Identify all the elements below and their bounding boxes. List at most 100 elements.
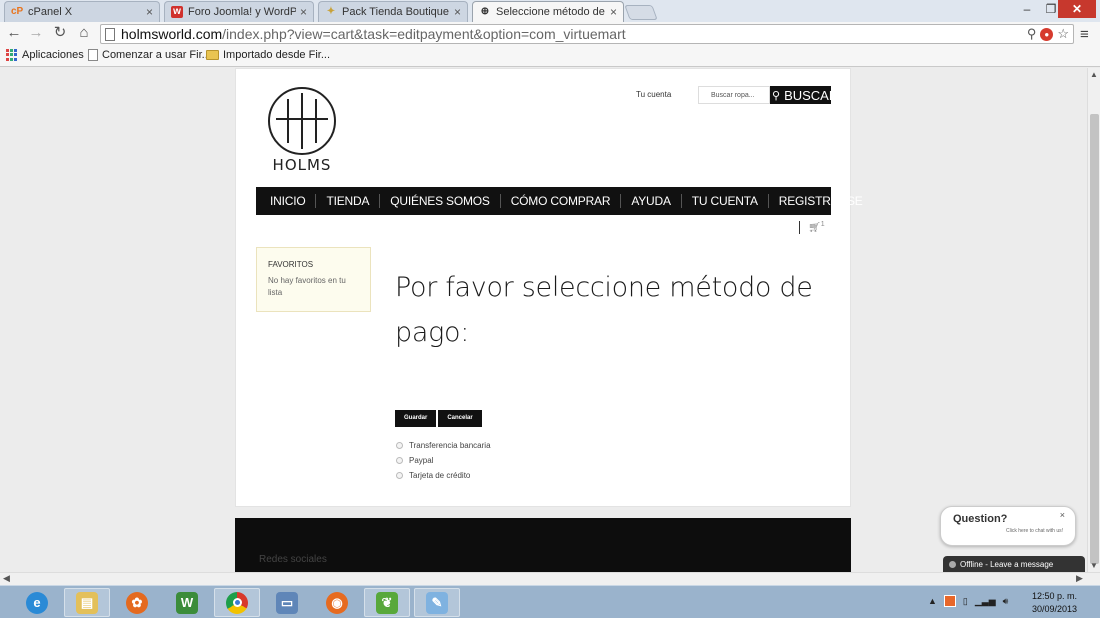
battery-icon[interactable]: ▯ [963, 596, 968, 607]
nav-ayuda[interactable]: AYUDA [621, 194, 682, 208]
tab-foro-joomla[interactable]: w Foro Joomla! y WordPress × [164, 1, 314, 22]
taskbar-ie[interactable]: e [14, 588, 60, 617]
logo-emblem-icon [268, 87, 336, 155]
cart-link[interactable]: 🛒︎1 [799, 221, 825, 235]
save-button[interactable]: Guardar [395, 410, 437, 427]
search-input[interactable]: Buscar ropa... [698, 86, 770, 104]
footer-title: Redes sociales [259, 554, 327, 565]
back-icon[interactable]: ← [5, 24, 23, 42]
evernote-icon: ❦ [376, 591, 398, 614]
bookmark-label: Importado desde Fir... [223, 49, 330, 61]
site-footer: Redes sociales [235, 518, 851, 572]
network-signal-icon[interactable]: ▁▃▅ [975, 596, 996, 607]
taskbar-remote[interactable]: ▭ [264, 588, 310, 617]
nav-inicio[interactable]: INICIO [260, 194, 317, 208]
cart-count: 1 [820, 221, 825, 228]
scroll-left-icon[interactable]: ◀ [3, 573, 10, 584]
taskbar-explorer[interactable]: ▤ [64, 588, 110, 617]
taskbar-app-orange[interactable]: ✿ [114, 588, 160, 617]
magnifier-icon: ⚲ [772, 89, 781, 102]
taskbar-chrome[interactable] [214, 588, 260, 617]
close-tab-icon[interactable]: × [146, 5, 153, 19]
payment-option-paypal[interactable]: Paypal [396, 453, 491, 468]
payment-option-tarjeta[interactable]: Tarjeta de crédito [396, 468, 491, 483]
holms-logo[interactable]: HOLMS [266, 87, 338, 174]
taskbar-wordweb[interactable]: W [164, 588, 210, 617]
horizontal-scrollbar[interactable]: ◀ ▶ [0, 572, 1100, 585]
search-icon[interactable]: ⚲ [1027, 26, 1037, 42]
form-buttons: Guardar Cancelar [395, 410, 482, 427]
taskbar-evernote[interactable]: ❦ [364, 588, 410, 617]
star-icon[interactable]: ☆ [1057, 26, 1069, 42]
scroll-up-icon[interactable]: ▲ [1090, 70, 1098, 79]
forward-icon[interactable]: → [27, 24, 45, 42]
chat-widget[interactable]: Question? Click here to chat with us! × [940, 506, 1076, 546]
taskbar-notes[interactable]: ✎ [414, 588, 460, 617]
chat-subtitle: Click here to chat with us! [1006, 528, 1063, 534]
account-link[interactable]: Tu cuenta [636, 90, 671, 99]
tab-pack-tienda[interactable]: ✦ Pack Tienda Boutique - A × [318, 1, 468, 22]
cpanel-favicon-icon: cP [11, 6, 24, 17]
nav-como-comprar[interactable]: CÓMO COMPRAR [501, 194, 622, 208]
close-tab-icon[interactable]: × [300, 5, 307, 19]
close-window-icon[interactable]: ✕ [1058, 0, 1096, 18]
bookmark-apps[interactable]: Aplicaciones [6, 49, 84, 61]
scroll-down-icon[interactable]: ▼ [1090, 561, 1098, 570]
page-icon [105, 27, 115, 41]
tab-label: Seleccione método de pag [496, 6, 606, 18]
chat-status-label: Offline - Leave a message [960, 559, 1054, 569]
taskbar-firefox[interactable]: ◉ [314, 588, 360, 617]
vertical-scrollbar[interactable]: ▲ ▼ [1087, 68, 1100, 572]
close-tab-icon[interactable]: × [610, 5, 617, 19]
radio-button[interactable] [396, 457, 403, 464]
minimize-icon[interactable]: – [1016, 0, 1038, 18]
home-icon[interactable]: ⌂ [75, 24, 93, 42]
gear-app-icon: ✿ [126, 591, 148, 614]
payment-option-transferencia[interactable]: Transferencia bancaria [396, 438, 491, 453]
bookmark-importado[interactable]: Importado desde Fir... [206, 49, 330, 61]
close-chat-icon[interactable]: × [1060, 510, 1065, 520]
payment-option-label: Transferencia bancaria [409, 441, 491, 450]
close-tab-icon[interactable]: × [454, 5, 461, 19]
volume-icon[interactable]: 🔊︎ [1003, 596, 1009, 607]
payment-option-label: Tarjeta de crédito [409, 471, 471, 480]
bookmark-comenzar[interactable]: Comenzar a usar Fir... [88, 49, 211, 61]
tab-cpanel[interactable]: cP cPanel X × [4, 1, 160, 22]
nav-quienes-somos[interactable]: QUIÉNES SOMOS [380, 194, 501, 208]
chat-status-bar[interactable]: Offline - Leave a message [943, 556, 1085, 572]
divider [799, 221, 800, 235]
scroll-right-icon[interactable]: ▶ [1076, 573, 1083, 584]
nav-tienda[interactable]: TIENDA [316, 194, 381, 208]
show-hidden-icons-icon[interactable]: ▲ [928, 596, 937, 606]
page-viewport: HOLMS Tu cuenta Buscar ropa... ⚲ BUSCAR … [0, 68, 1087, 572]
pack-favicon-icon: ✦ [326, 6, 336, 17]
chrome-icon [226, 591, 248, 614]
windows-taskbar: e ▤ ✿ W ▭ ◉ ❦ ✎ ▲ ▯ ▁▃▅ 🔊︎ 12:50 p. m. 3… [0, 585, 1100, 618]
payment-option-label: Paypal [409, 456, 434, 465]
address-bar[interactable]: holmsworld.com/index.php?view=cart&task=… [100, 24, 1074, 44]
site-container: HOLMS Tu cuenta Buscar ropa... ⚲ BUSCAR … [235, 68, 863, 507]
foro-favicon-icon: w [171, 6, 183, 18]
url-text[interactable]: holmsworld.com/index.php?view=cart&task=… [121, 26, 1027, 42]
nav-registrarse[interactable]: REGISTRARSE [769, 194, 873, 208]
w-app-icon: W [176, 591, 198, 614]
browser-toolbar: ← → ↻ ⌂ holmsworld.com/index.php?view=ca… [0, 22, 1100, 46]
radio-button[interactable] [396, 472, 403, 479]
system-clock[interactable]: 12:50 p. m. 30/09/2013 [1032, 590, 1077, 616]
search-button[interactable]: ⚲ BUSCAR [770, 86, 838, 104]
tab-seleccione-metodo[interactable]: ⊕ Seleccione método de pag × [472, 1, 624, 22]
clock-time: 12:50 p. m. [1032, 591, 1078, 601]
nav-tu-cuenta[interactable]: TU CUENTA [682, 194, 769, 208]
reload-icon[interactable]: ↻ [51, 24, 69, 42]
extension-icon[interactable]: ● [1040, 27, 1054, 41]
tab-label: Pack Tienda Boutique - A [342, 6, 450, 18]
document-icon [88, 49, 98, 61]
favorites-box: FAVORITOS No hay favoritos en tu lista [256, 247, 371, 312]
cancel-button[interactable]: Cancelar [438, 410, 482, 427]
new-tab-button[interactable] [624, 5, 658, 20]
scrollbar-thumb[interactable] [1090, 114, 1099, 564]
radio-button[interactable] [396, 442, 403, 449]
chrome-menu-icon[interactable]: ≡ [1080, 26, 1089, 43]
system-tray: ▲ ▯ ▁▃▅ 🔊︎ [928, 595, 1008, 607]
action-center-flag-icon[interactable] [943, 595, 956, 607]
